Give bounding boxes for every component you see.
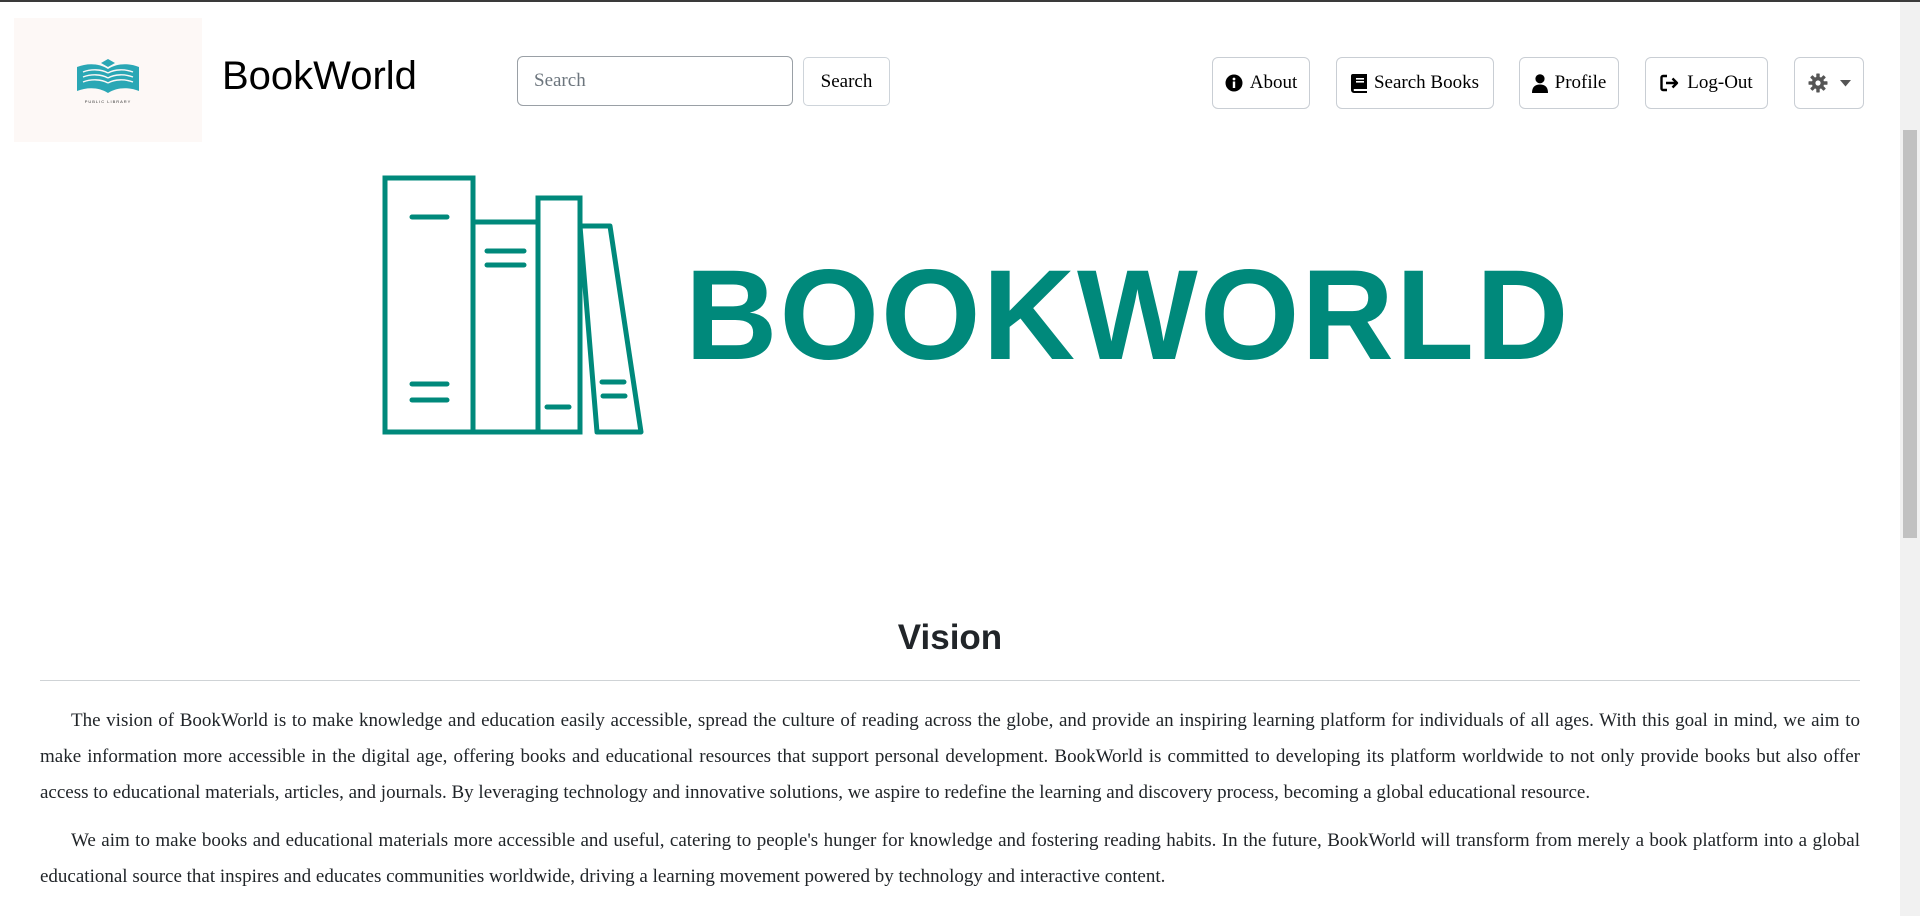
search-books-label: Search Books	[1373, 72, 1479, 93]
vision-paragraph: We aim to make books and educational mat…	[40, 830, 1860, 887]
search-input[interactable]	[517, 56, 793, 106]
user-icon	[1531, 73, 1548, 93]
gear-icon	[1808, 73, 1827, 93]
site-header: PUBLIC LIBRARY BookWorld Search About Se…	[0, 2, 1900, 144]
info-circle-icon	[1225, 74, 1243, 92]
about-button[interactable]: About	[1212, 57, 1310, 109]
vertical-scrollbar[interactable]	[1900, 2, 1920, 916]
bookshelf-icon	[382, 175, 644, 435]
section-divider	[40, 680, 1860, 681]
logout-label: Log-Out	[1687, 72, 1753, 93]
vision-heading: Vision	[897, 618, 1003, 657]
book-icon	[1350, 73, 1367, 93]
bookworld-hero-logo: BOOKWORLD	[380, 172, 1568, 442]
profile-button[interactable]: Profile	[1519, 57, 1619, 109]
search-books-button[interactable]: Search Books	[1336, 57, 1494, 109]
bookworld-wordmark: BOOKWORLD	[685, 244, 1571, 387]
logo-caption: PUBLIC LIBRARY	[84, 98, 132, 104]
logout-button[interactable]: Log-Out	[1645, 57, 1768, 109]
open-book-logo-icon	[77, 58, 139, 93]
caret-down-icon	[1839, 79, 1851, 86]
sign-out-icon	[1660, 74, 1679, 92]
brand-title[interactable]: BookWorld	[222, 54, 417, 99]
scrollbar-thumb[interactable]	[1903, 130, 1917, 538]
search-button[interactable]: Search	[803, 57, 890, 106]
profile-label: Profile	[1554, 72, 1607, 93]
settings-dropdown-button[interactable]	[1794, 57, 1864, 109]
vision-paragraph: The vision of BookWorld is to make knowl…	[40, 710, 1860, 803]
about-label: About	[1249, 72, 1298, 93]
site-logo[interactable]: PUBLIC LIBRARY	[14, 18, 202, 142]
